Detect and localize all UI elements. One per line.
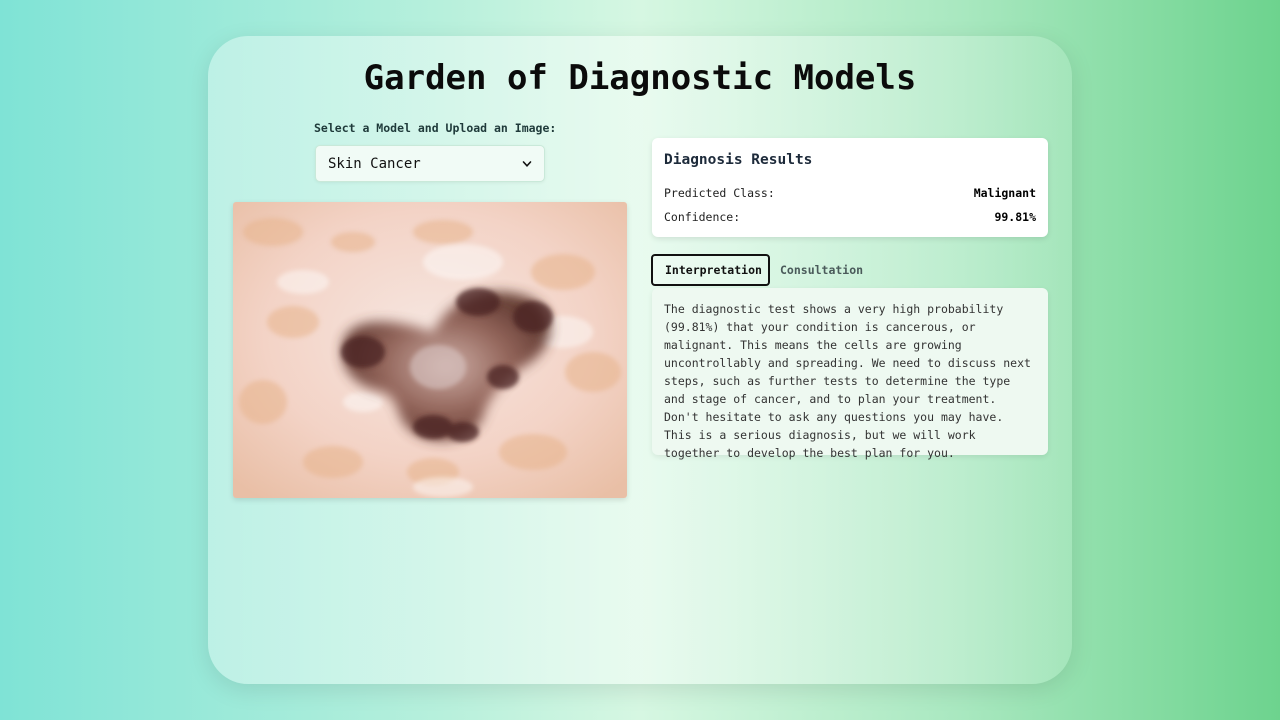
lesion-photo-icon	[233, 202, 627, 498]
model-select-label: Select a Model and Upload an Image:	[314, 121, 557, 135]
interpretation-panel: The diagnostic test shows a very high pr…	[652, 288, 1048, 460]
results-heading: Diagnosis Results	[664, 152, 813, 168]
predicted-class-value: Malignant	[973, 186, 1036, 200]
interpretation-text: The diagnostic test shows a very high pr…	[664, 302, 1031, 460]
predicted-class-label: Predicted Class:	[664, 186, 775, 200]
tab-consultation[interactable]: Consultation	[768, 254, 875, 286]
confidence-row: Confidence: 99.81%	[664, 205, 1036, 229]
tab-interpretation[interactable]: Interpretation	[651, 254, 770, 286]
confidence-value: 99.81%	[994, 210, 1036, 224]
page-title: Garden of Diagnostic Models	[363, 58, 917, 98]
diagnosis-results-card: Diagnosis Results Predicted Class: Malig…	[652, 138, 1048, 237]
chevron-down-icon	[522, 160, 532, 167]
uploaded-image	[233, 202, 627, 498]
predicted-class-row: Predicted Class: Malignant	[664, 181, 1036, 205]
model-select-value: Skin Cancer	[328, 155, 421, 172]
model-select[interactable]: Skin Cancer	[315, 145, 545, 182]
confidence-label: Confidence:	[664, 210, 741, 224]
